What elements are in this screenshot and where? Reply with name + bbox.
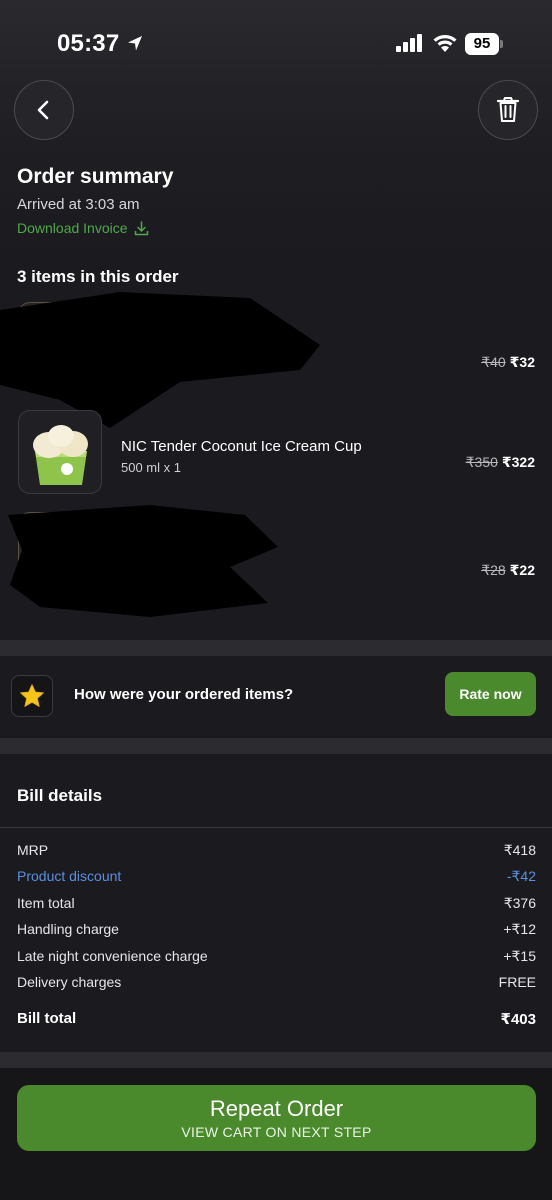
item-discounted-price: ₹32: [509, 354, 535, 370]
bill-row-label: MRP: [17, 842, 49, 858]
rate-question: How were your ordered items?: [74, 686, 294, 703]
trash-icon: [496, 97, 520, 122]
repeat-order-sublabel: VIEW CART ON NEXT STEP: [181, 1124, 372, 1140]
rate-items-section: How were your ordered items? Rate now: [0, 656, 552, 738]
item-discounted-price: ₹22: [509, 562, 535, 578]
bill-row-handling-charge: Handling charge +₹12: [17, 921, 536, 938]
item-original-price: ₹28: [481, 562, 506, 578]
bill-row-mrp: MRP ₹418: [17, 842, 536, 859]
item-original-price: ₹350: [465, 454, 498, 470]
section-separator: [0, 1052, 552, 1068]
bill-total-value: ₹403: [500, 1011, 536, 1028]
bottom-bar: Repeat Order VIEW CART ON NEXT STEP: [0, 1068, 552, 1200]
order-item[interactable]: NIC Tender Coconut Ice Cream Cup 500 ml …: [0, 410, 552, 500]
location-arrow-icon: [128, 36, 142, 51]
bill-row-value: +₹15: [503, 948, 536, 964]
bill-row-label: Item total: [17, 895, 75, 911]
download-invoice-link[interactable]: Download Invoice: [17, 220, 149, 236]
status-time: 05:37: [57, 30, 120, 57]
bill-divider: [0, 827, 552, 828]
bill-row-label: Late night convenience charge: [17, 948, 208, 964]
item-price: ₹350 ₹322: [466, 454, 535, 471]
battery-icon: 95: [465, 33, 503, 55]
bill-row-value: ₹376: [503, 895, 536, 911]
redaction-scribble: [0, 292, 320, 428]
repeat-order-button[interactable]: Repeat Order VIEW CART ON NEXT STEP: [17, 1085, 536, 1151]
chevron-left-icon: [37, 100, 49, 120]
bill-row-value: +₹12: [503, 921, 536, 937]
item-name: NIC Tender Coconut Ice Cream Cup: [121, 438, 362, 455]
cellular-signal-icon: [396, 34, 422, 52]
wifi-icon: [433, 35, 457, 52]
bill-total-label: Bill total: [17, 1010, 77, 1027]
item-price: ₹40 ₹32: [481, 354, 535, 371]
back-button[interactable]: [14, 80, 74, 140]
bill-row-item-total: Item total ₹376: [17, 895, 536, 912]
item-quantity: 500 ml x 1: [121, 460, 181, 475]
bill-row-late-night-charge: Late night convenience charge +₹15: [17, 948, 536, 965]
bill-row-total: Bill total ₹403: [17, 1010, 536, 1028]
status-bar: 05:37 95: [0, 0, 552, 80]
arrival-time: Arrived at 3:03 am: [17, 196, 140, 213]
order-summary-page: 05:37 95 Order summary Arrived at 3:03 a…: [0, 0, 552, 1200]
battery-tip: [500, 40, 503, 48]
download-invoice-label: Download Invoice: [17, 220, 128, 236]
battery-level: 95: [465, 33, 499, 55]
delete-order-button[interactable]: [478, 80, 538, 140]
section-separator: [0, 640, 552, 656]
page-title: Order summary: [17, 165, 174, 188]
bill-row-value: -₹42: [506, 868, 536, 884]
star-icon-box: [11, 675, 53, 717]
bill-row-label: Delivery charges: [17, 974, 122, 990]
bill-row-delivery-charges: Delivery charges FREE: [17, 974, 536, 990]
items-count-heading: 3 items in this order: [17, 267, 179, 286]
rate-now-button[interactable]: Rate now: [445, 672, 536, 716]
bill-row-value: ₹418: [503, 842, 536, 858]
product-thumbnail: [18, 410, 102, 494]
ice-cream-cup-image: [33, 425, 88, 485]
bill-details-section: Bill details MRP ₹418 Product discount -…: [0, 754, 552, 1052]
bill-details-title: Bill details: [17, 786, 103, 805]
item-original-price: ₹40: [481, 354, 506, 370]
bill-row-label: Handling charge: [17, 921, 119, 937]
redaction-scribble: [8, 505, 278, 617]
bill-row-value: FREE: [498, 974, 536, 990]
download-icon: [134, 220, 148, 235]
repeat-order-label: Repeat Order: [209, 1096, 344, 1121]
star-icon: [20, 684, 44, 707]
section-separator: [0, 738, 552, 754]
bill-row-label: Product discount: [17, 868, 122, 884]
item-discounted-price: ₹322: [501, 454, 535, 470]
item-price: ₹28 ₹22: [481, 562, 535, 579]
bill-row-product-discount: Product discount -₹42: [17, 868, 536, 885]
